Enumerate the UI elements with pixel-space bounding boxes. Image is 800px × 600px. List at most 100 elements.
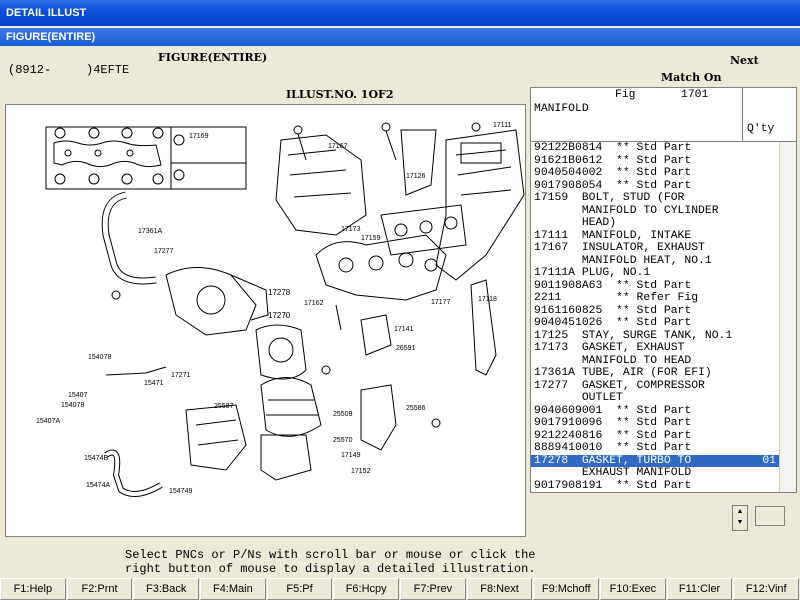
diagram-label-17152: 17152 (351, 468, 371, 475)
parts-list-row[interactable]: 17111A PLUG, NO.1 (531, 267, 796, 280)
part-text: 9017908054 ** Std Part (534, 179, 692, 192)
fkey-button-6[interactable]: F6:Hcpy (333, 578, 400, 600)
page-spinner[interactable]: ▲ ▼ (732, 505, 748, 531)
fkey-button-2[interactable]: F2:Prnt (66, 578, 133, 600)
diagram-label-25570: 25570 (333, 437, 353, 444)
model-right: )4EFTE (86, 63, 130, 77)
parts-list-row[interactable]: HEAD) (531, 217, 796, 230)
part-text: EXHAUST MANIFOLD (534, 467, 692, 479)
diagram-label-17118: 17118 (478, 296, 497, 303)
part-text: 17277 GASKET, COMPRESSOR (534, 379, 705, 392)
message-line-2: right button of mouse to display a detai… (125, 562, 536, 576)
parts-list-row[interactable]: 9017910096 ** Std Part (531, 417, 796, 430)
parts-list-row[interactable]: 9040504002 ** Std Part (531, 167, 796, 180)
fig-number: 1701 (681, 89, 709, 101)
spinner-down-icon[interactable]: ▼ (733, 517, 747, 528)
parts-list-row[interactable]: 9017908054 ** Std Part (531, 180, 796, 193)
parts-list-row[interactable]: 17111 MANIFOLD, INTAKE (531, 230, 796, 243)
diagram-label-17141: 17141 (394, 326, 414, 333)
window-titlebar: DETAIL ILLUST (0, 0, 800, 26)
fkey-button-7[interactable]: F7:Prev (400, 578, 466, 600)
diagram-label-17167: 17167 (328, 143, 348, 150)
diagram-label-17169: 17169 (189, 133, 209, 140)
page-box[interactable] (755, 506, 785, 526)
parts-list-row[interactable]: MANIFOLD HEAT, NO.1 (531, 255, 796, 268)
part-text: MANIFOLD TO CYLINDER (534, 204, 719, 217)
diagram-label-25586: 25586 (406, 405, 426, 412)
parts-list-row[interactable]: 17167 INSULATOR, EXHAUST (531, 242, 796, 255)
message-line-1: Select PNCs or P/Ns with scroll bar or m… (125, 548, 536, 562)
fkey-button-4[interactable]: F4:Main (200, 578, 266, 600)
diagram-label-17177: 17177 (431, 299, 451, 306)
diagram-label-17149: 17149 (341, 452, 361, 459)
part-text: 91621B0612 ** Std Part (534, 154, 692, 167)
next-button[interactable]: Next (730, 54, 759, 67)
parts-list-row[interactable]: OUTLET (531, 392, 796, 405)
parts-illustration[interactable]: 17169 17167 17111 17126 17173 17159 1717… (5, 104, 526, 537)
match-on-label: Match On (661, 71, 722, 84)
parts-list-row[interactable]: 17277 GASKET, COMPRESSOR (531, 380, 796, 393)
parts-list-row[interactable]: 9011908A63 ** Std Part (531, 280, 796, 293)
diagram-label-17271: 17271 (171, 372, 191, 379)
subwindow-titlebar: FIGURE(ENTIRE) (0, 28, 800, 46)
diagram-label-17277: 17277 (154, 248, 174, 255)
part-text: 17111 MANIFOLD, INTAKE (534, 229, 692, 242)
fig-label: Fig (615, 89, 636, 101)
fkey-button-8[interactable]: F8:Next (466, 578, 533, 600)
diagram-label-154078b: 154078 (61, 402, 84, 409)
parts-list-row[interactable]: 9040609001 ** Std Part (531, 405, 796, 418)
part-text: 17278 GASKET, TURBO TO (534, 454, 692, 467)
parts-list-row[interactable]: 9040451026 ** Std Part (531, 317, 796, 330)
part-text: 17125 STAY, SURGE TANK, NO.1 (534, 329, 733, 342)
parts-list-row[interactable]: 2211 ** Refer Fig (531, 292, 796, 305)
part-text: 17173 GASKET, EXHAUST (534, 342, 685, 354)
fkey-button-3[interactable]: F3:Back (133, 578, 200, 600)
diagram-label-15407a: 15407A (36, 418, 60, 425)
diagram-label-17162: 17162 (304, 300, 324, 307)
fkey-button-11[interactable]: F11:Cler (666, 578, 733, 600)
part-text: 9161160825 ** Std Part (534, 304, 692, 317)
part-text: 9040609001 ** Std Part (534, 404, 692, 417)
part-text: 9017908191 ** Std Part (534, 479, 692, 492)
parts-list-row[interactable]: 92122B0814 ** Std Part (531, 142, 796, 155)
parts-list-scrollbar[interactable] (779, 142, 796, 492)
parts-list-row[interactable]: 17361A TUBE, AIR (FOR EFI) (531, 367, 796, 380)
part-text: MANIFOLD TO HEAD (534, 354, 692, 367)
fkey-button-5[interactable]: F5:Pf (266, 578, 333, 600)
illust-number: ILLUST.NO. 1OF2 (286, 88, 394, 101)
diagram-label-17270: 17270 (268, 311, 291, 320)
parts-list-row[interactable]: 17125 STAY, SURGE TANK, NO.1 (531, 330, 796, 343)
parts-list-row[interactable]: EXHAUST MANIFOLD (531, 467, 796, 480)
spinner-up-icon[interactable]: ▲ (733, 506, 747, 517)
group-name: MANIFOLD (534, 103, 589, 115)
part-text: 9212240816 ** Std Part (534, 429, 692, 442)
parts-list-row[interactable]: MANIFOLD TO HEAD (531, 355, 796, 368)
diagram-label-17126: 17126 (406, 173, 426, 180)
parts-list[interactable]: 92122B0814 ** Std Part 91621B0612 ** Std … (530, 141, 797, 493)
part-text: MANIFOLD HEAT, NO.1 (534, 254, 712, 267)
fkey-button-12[interactable]: F12:Vinf (733, 578, 800, 600)
parts-list-row[interactable]: 9017908191 ** Std Part (531, 480, 796, 493)
part-text: 8889410010 ** Std Part (534, 442, 692, 454)
parts-list-row[interactable]: 9161160825 ** Std Part (531, 305, 796, 318)
parts-list-row[interactable]: 91621B0612 ** Std Part (531, 155, 796, 168)
parts-list-row[interactable]: 17278 GASKET, TURBO TO 01 (531, 454, 796, 467)
part-text: 9011908A63 ** Std Part (534, 279, 692, 292)
parts-list-row[interactable]: 8889410010 ** Std Part (531, 442, 796, 455)
parts-list-row[interactable]: 17173 GASKET, EXHAUST (531, 342, 796, 355)
parts-list-row[interactable]: 9212240816 ** Std Part (531, 430, 796, 443)
part-text: 9040451026 ** Std Part (534, 317, 692, 329)
diagram-label-17278: 17278 (268, 288, 291, 297)
diagram-label-15474a: 15474A (86, 482, 110, 489)
parts-list-header: Fig 1701 MANIFOLD Q'ty (530, 87, 797, 143)
diagram-label-25509: 25509 (333, 411, 353, 418)
part-text: 9040504002 ** Std Part (534, 167, 692, 179)
fkey-button-10[interactable]: F10:Exec (600, 578, 666, 600)
parts-list-row[interactable]: MANIFOLD TO CYLINDER (531, 205, 796, 218)
fkey-button-1[interactable]: F1:Help (0, 578, 66, 600)
parts-list-row[interactable]: 17159 BOLT, STUD (FOR (531, 192, 796, 205)
part-text: 17159 BOLT, STUD (FOR (534, 192, 685, 204)
part-text: 92122B0814 ** Std Part (534, 142, 692, 154)
diagram-label-15474b: 15474B (84, 455, 108, 462)
fkey-button-9[interactable]: F9:Mchoff (533, 578, 600, 600)
